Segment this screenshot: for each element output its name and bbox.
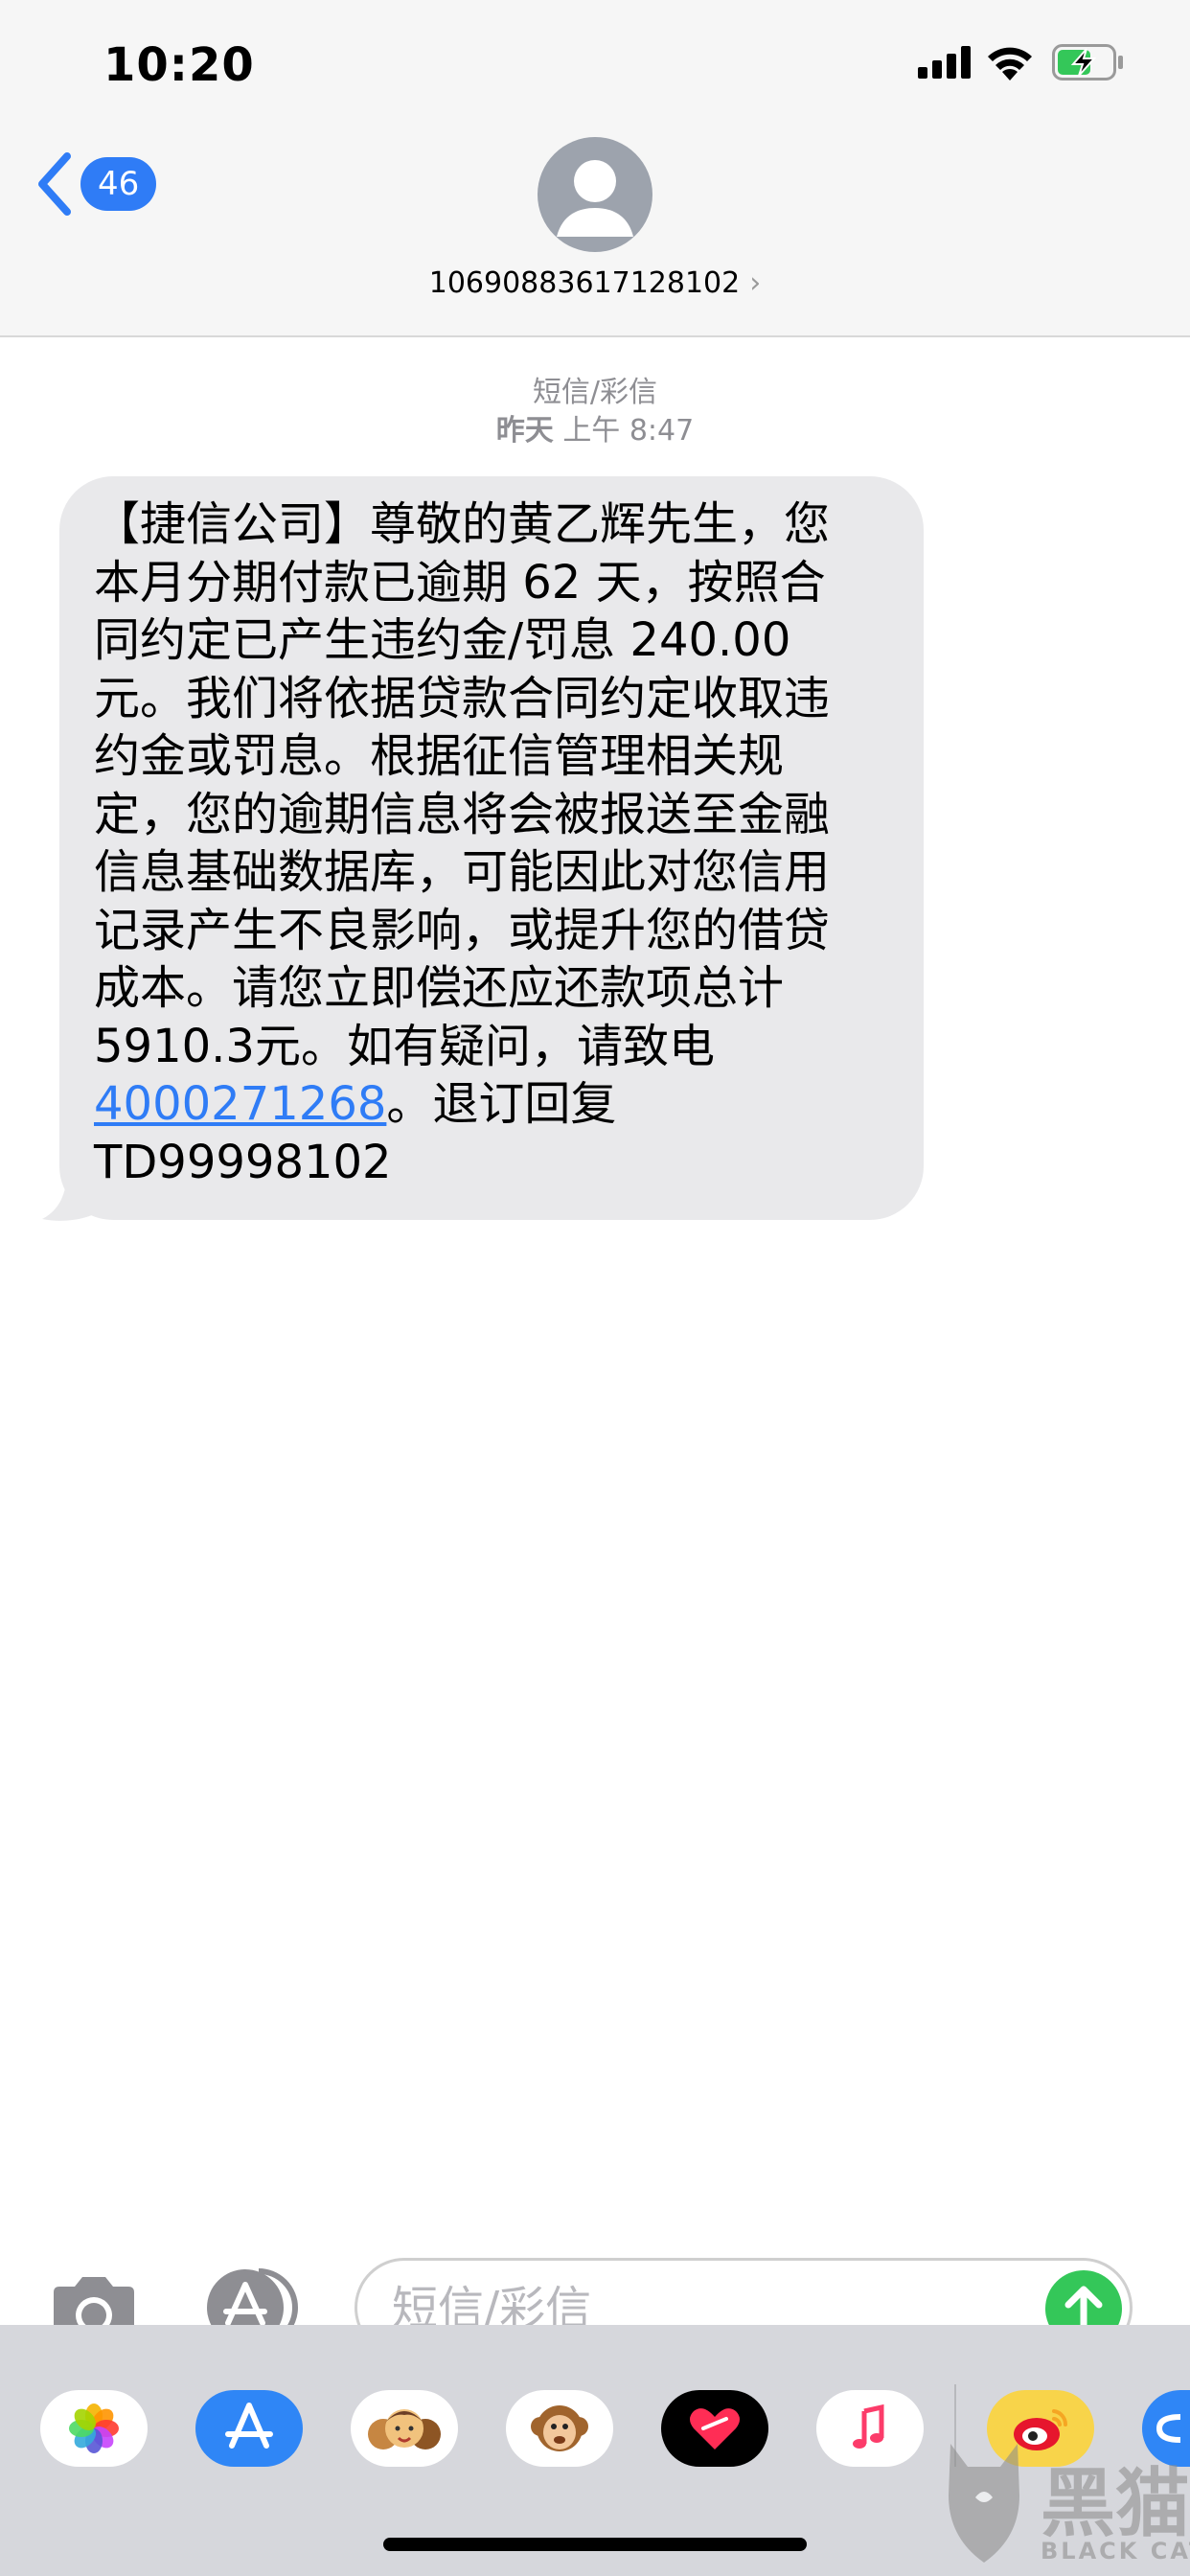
photos-app-icon[interactable] bbox=[40, 2390, 148, 2467]
animoji-app-icon[interactable] bbox=[506, 2390, 613, 2467]
service-label: 短信/彩信 bbox=[532, 376, 658, 409]
unread-count-badge: 46 bbox=[80, 157, 157, 211]
message-line: 本月分期付款已逾期 62 天，按照合 bbox=[94, 555, 826, 610]
black-cat-watermark: 黑猫 BLACK CAT bbox=[927, 2438, 1190, 2576]
memoji-app-icon[interactable] bbox=[351, 2390, 458, 2467]
digital-touch-app-icon[interactable] bbox=[661, 2390, 768, 2467]
status-time: 10:20 bbox=[103, 38, 255, 92]
timestamp-time: 上午 8:47 bbox=[562, 414, 695, 448]
chevron-left-icon bbox=[38, 152, 71, 216]
message-line: 记录产生不良影响，或提升您的借贷 bbox=[94, 903, 831, 957]
black-cat-logo-icon bbox=[949, 2444, 1019, 2563]
home-indicator[interactable] bbox=[383, 2538, 807, 2551]
chevron-right-icon: › bbox=[749, 266, 762, 300]
battery-charging-icon bbox=[1052, 44, 1123, 80]
message-line: TD99998102 bbox=[94, 1135, 392, 1189]
watermark-en: BLACK CAT bbox=[1041, 2538, 1190, 2564]
message-line: 元。我们将依据贷款合同约定收取违 bbox=[94, 671, 831, 725]
message-line: 同约定已产生违约金/罚息 240.00 bbox=[94, 613, 791, 667]
message-line: 【捷信公司】尊敬的黄乙辉先生，您 bbox=[94, 497, 831, 551]
message-line: 约金或罚息。根据征信管理相关规 bbox=[94, 729, 785, 783]
received-message-bubble[interactable]: 【捷信公司】尊敬的黄乙辉先生，您 本月分期付款已逾期 62 天，按照合 同约定已… bbox=[59, 476, 924, 1220]
music-app-icon[interactable] bbox=[816, 2390, 924, 2467]
watermark-cn: 黑猫 bbox=[1041, 2461, 1190, 2547]
message-line: 定，您的逾期信息将会被报送至金融 bbox=[94, 787, 831, 841]
message-line: 5910.3元。如有疑问，请致电 bbox=[94, 1019, 715, 1073]
wifi-icon bbox=[988, 47, 1032, 80]
timestamp-day: 昨天 bbox=[495, 414, 554, 448]
message-meta: 短信/彩信 昨天 上午 8:47 bbox=[0, 374, 1190, 450]
back-button[interactable]: 46 bbox=[34, 150, 157, 218]
app-store-app-icon[interactable] bbox=[195, 2390, 303, 2467]
message-text: 。退订回复 bbox=[386, 1077, 617, 1131]
person-icon bbox=[557, 160, 633, 237]
message-line-with-link: 4000271268。退订回复 bbox=[94, 1075, 889, 1134]
phone-number-link[interactable]: 4000271268 bbox=[94, 1077, 386, 1131]
cellular-signal-icon bbox=[918, 46, 971, 79]
message-line: 信息基础数据库，可能因此对您信用 bbox=[94, 845, 831, 899]
conversation-header: 10:20 46 10690883617128102 › bbox=[0, 0, 1190, 337]
contact-number[interactable]: 10690883617128102 › bbox=[0, 266, 1190, 300]
message-timestamp: 昨天 上午 8:47 bbox=[0, 412, 1190, 450]
message-line: 成本。请您立即偿还应还款项总计 bbox=[94, 961, 785, 1015]
contact-number-text: 10690883617128102 bbox=[428, 266, 741, 300]
contact-avatar[interactable] bbox=[538, 137, 652, 252]
